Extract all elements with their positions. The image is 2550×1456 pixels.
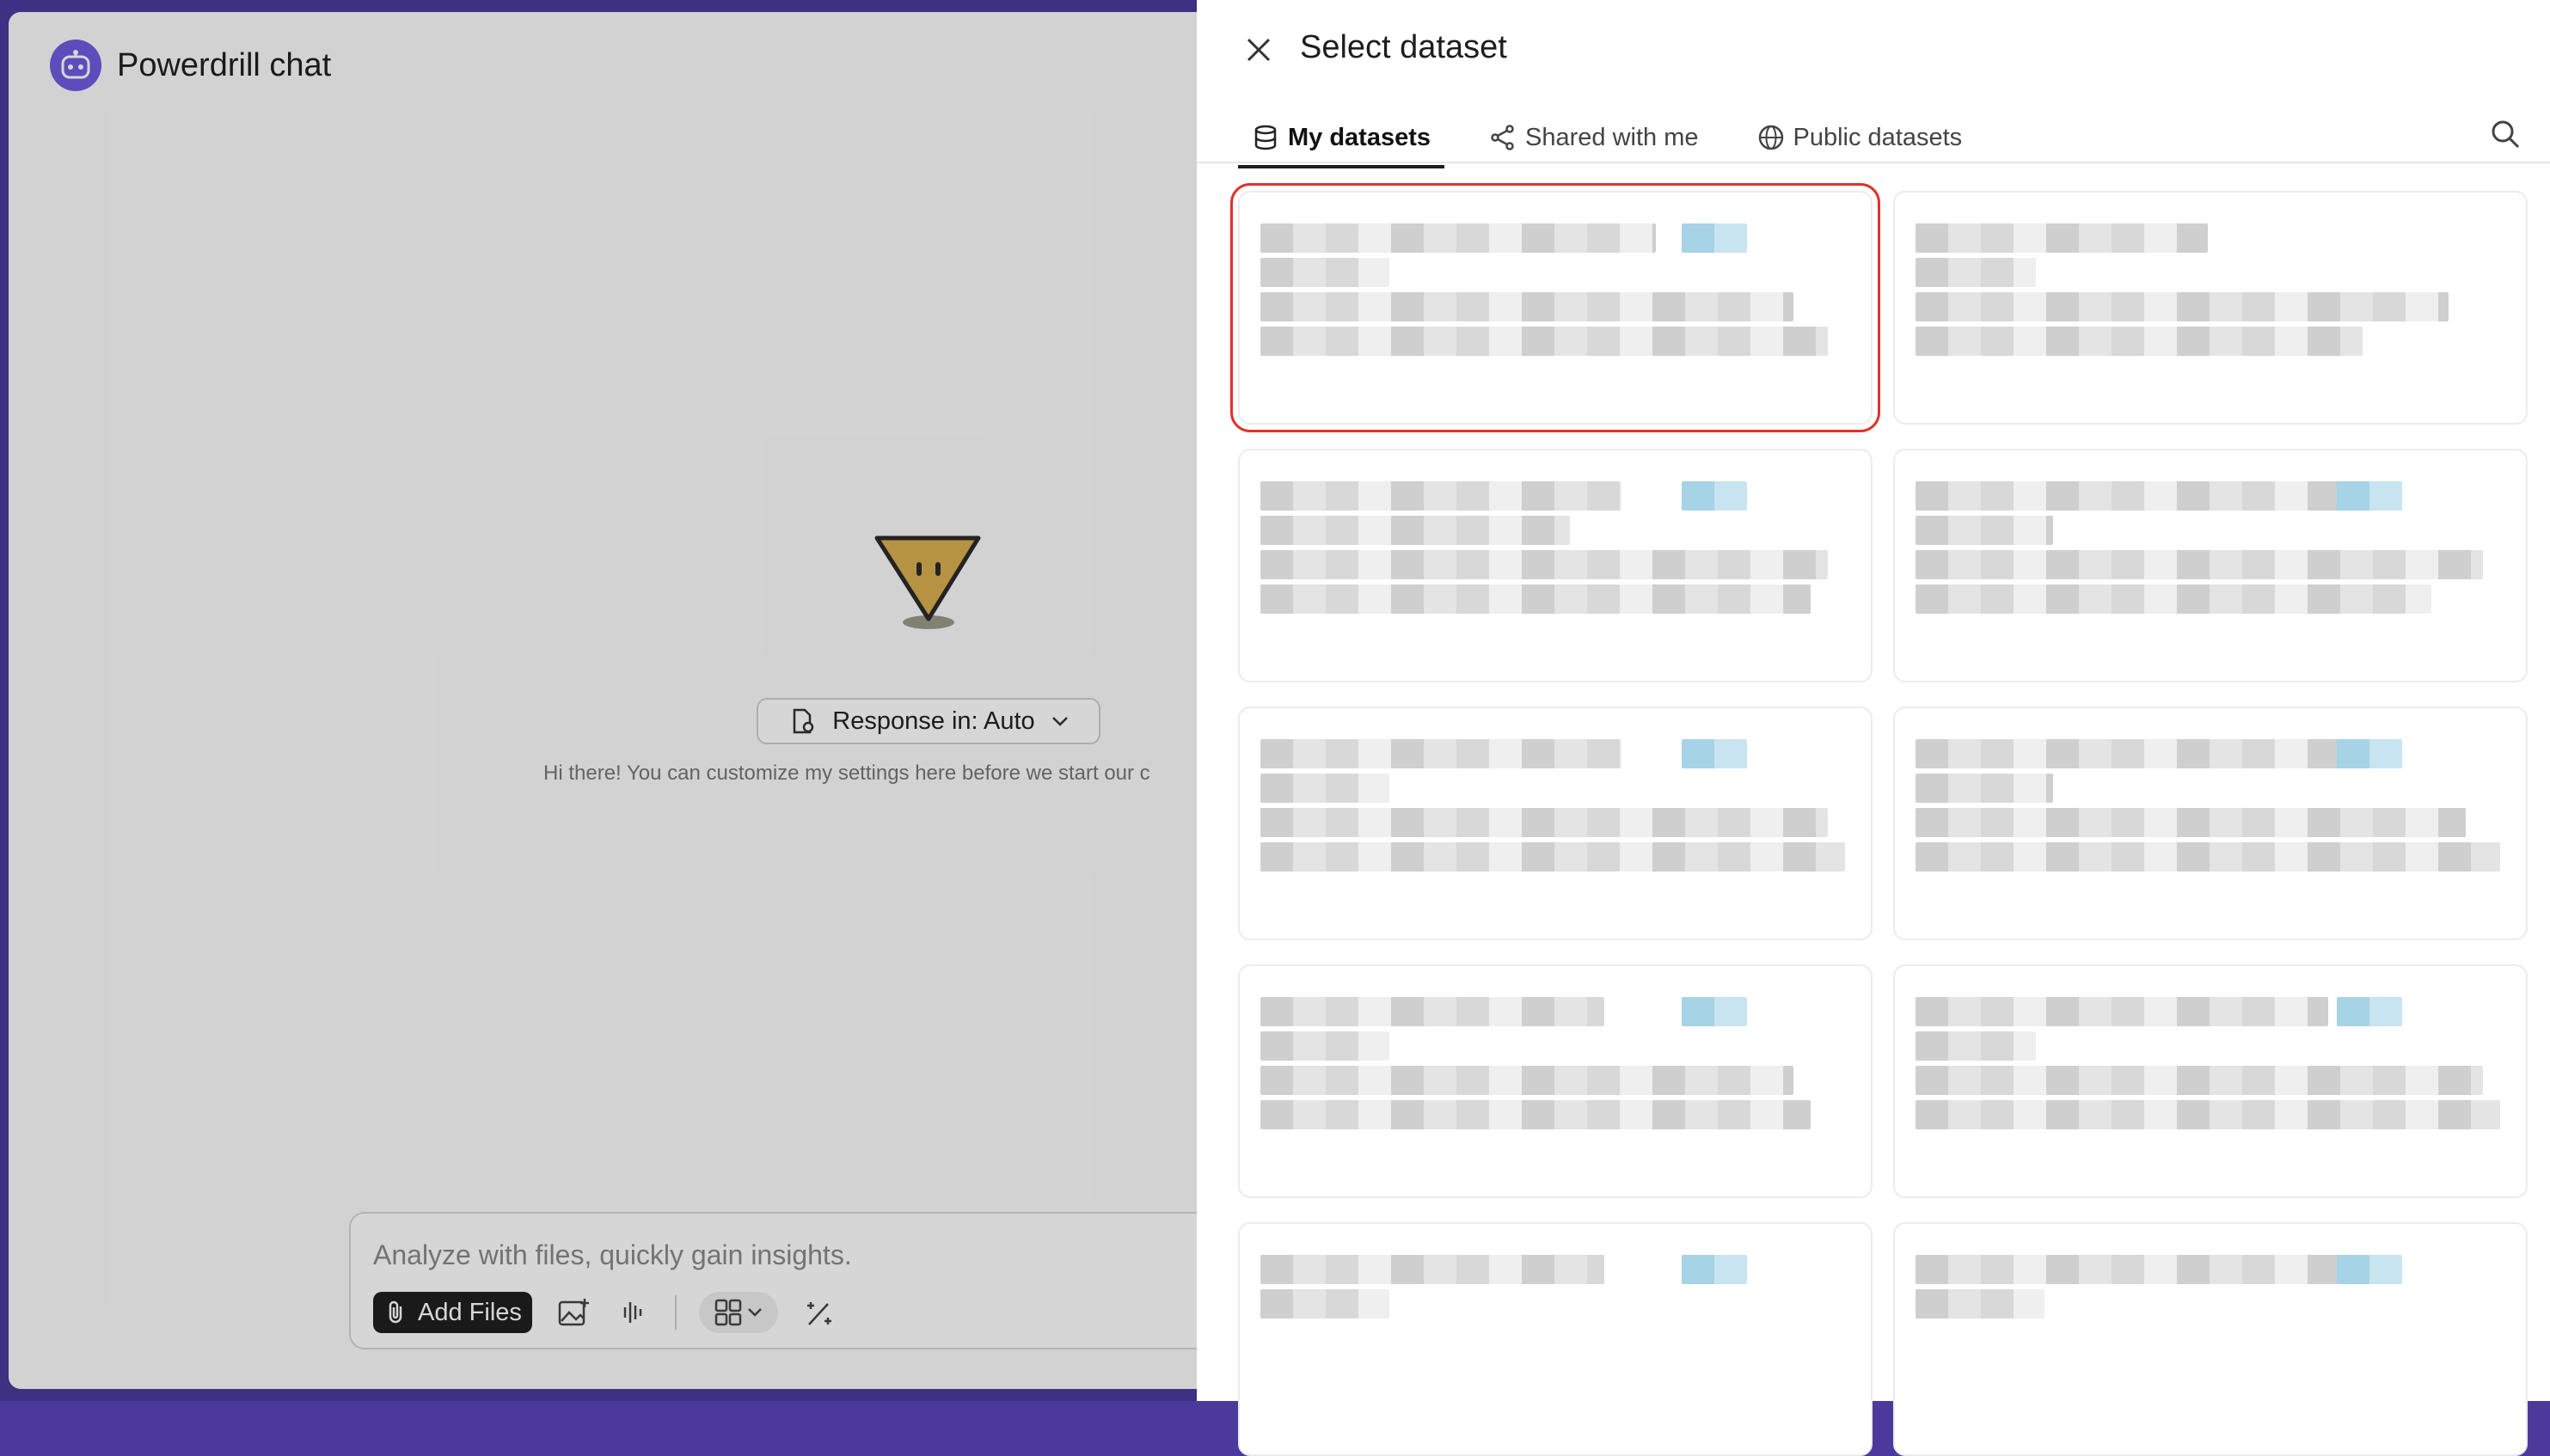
dataset-card[interactable] [1893, 449, 2528, 682]
blurred-badge [2337, 739, 2402, 768]
tabs-underline [1197, 162, 2550, 163]
blurred-description [1916, 327, 2363, 356]
blurred-badge [2337, 997, 2402, 1026]
dataset-card[interactable] [1230, 183, 1880, 432]
drawer-title: Select dataset [1300, 29, 1507, 65]
blurred-description [1916, 808, 2466, 837]
blurred-title [1916, 1255, 2363, 1284]
dataset-tabs: My datasets Shared with me Public datase… [1238, 113, 1977, 168]
blurred-subtitle [1260, 774, 1389, 803]
blurred-badge [1682, 481, 1747, 511]
search-button[interactable] [2486, 115, 2524, 153]
blurred-subtitle [1916, 1289, 2044, 1318]
modal-overlay[interactable] [0, 0, 1197, 1401]
blurred-badge [1682, 1255, 1747, 1284]
blurred-subtitle [1260, 516, 1570, 545]
blurred-description [1916, 550, 2483, 579]
blurred-description [1260, 1066, 1793, 1095]
dataset-card[interactable] [1893, 1222, 2528, 1456]
blurred-title [1916, 223, 2208, 253]
blurred-badge [1682, 739, 1747, 768]
tab-label: Shared with me [1525, 123, 1699, 151]
blurred-description [1916, 292, 2449, 321]
blurred-title [1260, 481, 1621, 511]
blurred-title [1260, 223, 1656, 253]
tab-label: My datasets [1288, 123, 1431, 151]
blurred-subtitle [1260, 258, 1389, 287]
blurred-title [1260, 739, 1621, 768]
blurred-description [1916, 1066, 2483, 1095]
close-icon [1247, 38, 1271, 62]
blurred-description [1260, 808, 1828, 837]
blurred-description [1260, 584, 1811, 614]
blurred-description [1916, 842, 2500, 872]
blurred-description [1916, 1100, 2500, 1129]
blurred-badge [1682, 997, 1747, 1026]
dataset-card[interactable] [1893, 707, 2528, 940]
close-button[interactable] [1241, 33, 1276, 67]
blurred-subtitle [1916, 1031, 2036, 1061]
blurred-title [1916, 997, 2328, 1026]
dataset-card[interactable] [1893, 191, 2528, 425]
blurred-description [1260, 550, 1828, 579]
blurred-description [1260, 842, 1845, 872]
search-icon [2492, 120, 2520, 149]
blurred-description [1260, 327, 1828, 356]
blurred-subtitle [1916, 258, 2036, 287]
blurred-description [1260, 292, 1793, 321]
blurred-subtitle [1260, 1289, 1389, 1318]
blurred-title [1916, 481, 2363, 511]
blurred-description [1916, 584, 2431, 614]
dataset-card[interactable] [1893, 964, 2528, 1198]
dataset-card[interactable] [1238, 1222, 1873, 1456]
dataset-card[interactable] [1238, 449, 1873, 682]
dataset-card[interactable] [1238, 964, 1873, 1198]
blurred-subtitle [1916, 774, 2053, 803]
blurred-subtitle [1916, 516, 2053, 545]
database-icon [1254, 125, 1277, 150]
dataset-grid [1230, 183, 2528, 1456]
share-icon [1491, 125, 1514, 150]
tab-public-datasets[interactable]: Public datasets [1744, 113, 1977, 162]
blurred-description [1260, 1100, 1811, 1129]
blurred-badge [2337, 481, 2402, 511]
blurred-subtitle [1260, 1031, 1389, 1061]
tab-my-datasets[interactable]: My datasets [1238, 113, 1445, 168]
tab-label: Public datasets [1793, 123, 1963, 151]
globe-icon [1758, 125, 1783, 150]
blurred-badge [2337, 1255, 2402, 1284]
blurred-title [1260, 1255, 1604, 1284]
tab-shared-with-me[interactable]: Shared with me [1475, 113, 1713, 162]
blurred-title [1260, 997, 1604, 1026]
blurred-badge [1682, 223, 1747, 253]
blurred-title [1916, 739, 2345, 768]
select-dataset-drawer: Select dataset My datasets Shared with m… [1197, 0, 2550, 1456]
dataset-card[interactable] [1238, 707, 1873, 940]
